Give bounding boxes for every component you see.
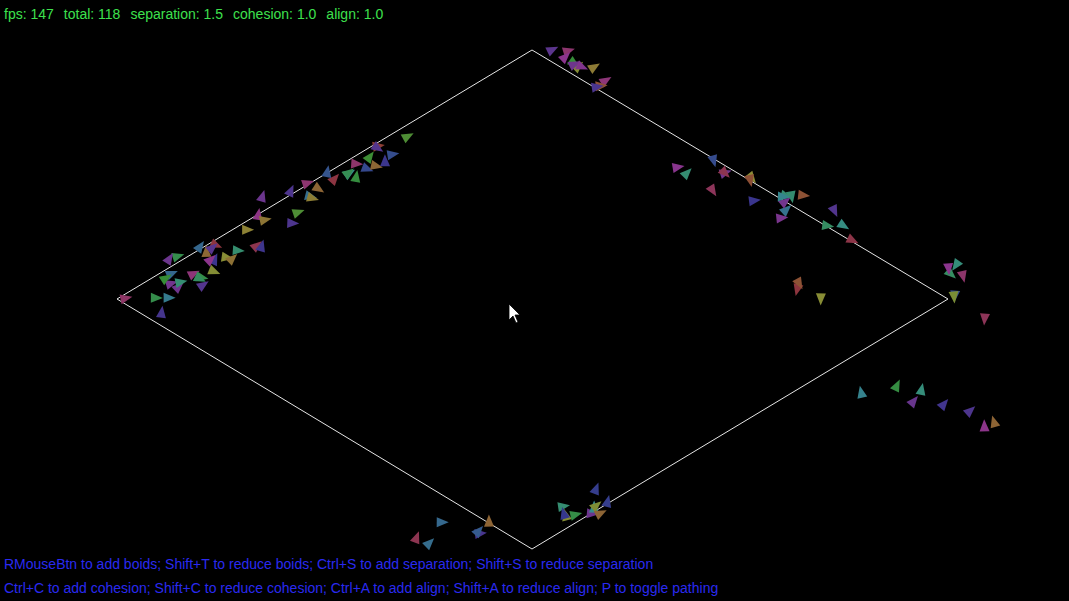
boid (778, 192, 790, 202)
boid (422, 538, 434, 550)
boid (857, 386, 867, 399)
status-item: total: 118 (64, 5, 121, 23)
boid (164, 293, 176, 303)
boid (591, 83, 604, 93)
boid (952, 258, 963, 271)
boid (287, 218, 299, 228)
boid (991, 415, 1001, 428)
boid (943, 263, 953, 275)
boundary-diamond (117, 50, 948, 549)
boid (193, 241, 204, 254)
boid (171, 253, 184, 263)
simulation-canvas[interactable] (0, 0, 1069, 601)
boid (545, 47, 558, 57)
boid (798, 190, 810, 200)
boid (906, 396, 918, 408)
boid (980, 419, 990, 431)
boid (175, 278, 188, 288)
boid (370, 141, 383, 152)
boid (744, 174, 754, 187)
boid (822, 220, 835, 230)
boid (232, 245, 244, 255)
boid (560, 507, 570, 520)
boid (558, 52, 570, 64)
boid (256, 190, 266, 203)
boid (193, 272, 206, 282)
boid (351, 158, 363, 168)
boid (207, 265, 220, 274)
boid (594, 510, 607, 520)
boids-app: fps: 147 total: 118 separation: 1.5 cohesio… (0, 0, 1069, 601)
boid (437, 517, 449, 527)
status-bar: fps: 147 total: 118 separation: 1.5 cohesio… (0, 0, 1069, 23)
boid (828, 204, 838, 217)
boid (845, 233, 858, 243)
boid (120, 294, 133, 304)
boid (680, 168, 692, 180)
boid (776, 214, 788, 224)
boid (301, 180, 314, 189)
boid (963, 406, 975, 418)
boid (949, 291, 959, 303)
boid (203, 255, 215, 267)
boid (292, 209, 305, 218)
boid (718, 166, 730, 178)
boid (601, 495, 611, 508)
boid (156, 306, 166, 319)
boid (341, 168, 353, 179)
help-line: Ctrl+C to add cohesion; Shift+C to reduc… (4, 579, 1065, 597)
boid (321, 165, 331, 178)
boid (311, 182, 324, 193)
boid (471, 526, 483, 538)
boid (242, 225, 254, 235)
boid (957, 270, 967, 283)
help-text: RMouseBtn to add boids; Shift+T to reduc… (0, 555, 1069, 601)
boid (587, 63, 600, 74)
boid (916, 383, 926, 396)
boid (707, 154, 717, 167)
boid (672, 163, 685, 173)
boid (225, 254, 237, 266)
boid (205, 243, 217, 255)
boid (196, 281, 209, 292)
boid (306, 192, 319, 202)
boid (569, 511, 582, 521)
boid (259, 216, 272, 226)
boid (748, 196, 761, 206)
boid (159, 274, 172, 285)
boid (706, 183, 717, 196)
boid (890, 380, 900, 393)
status-item: align: 1.0 (326, 5, 383, 23)
boid (980, 313, 990, 325)
boid (590, 482, 599, 495)
boid (151, 293, 163, 303)
boid (255, 240, 265, 253)
boid (284, 185, 293, 198)
status-item: cohesion: 1.0 (233, 5, 316, 23)
boid (816, 293, 826, 305)
boid (575, 60, 588, 69)
status-item: separation: 1.5 (130, 5, 223, 23)
cursor-icon (509, 304, 520, 323)
boid (401, 133, 414, 143)
boid (410, 531, 419, 544)
boid (937, 399, 949, 411)
boid (484, 515, 494, 527)
boid (380, 154, 390, 166)
boid (792, 276, 802, 289)
help-line: RMouseBtn to add boids; Shift+T to reduc… (4, 555, 1065, 573)
status-item: fps: 147 (4, 5, 54, 23)
boid (387, 150, 400, 160)
boid (836, 219, 849, 230)
boid (162, 253, 173, 266)
